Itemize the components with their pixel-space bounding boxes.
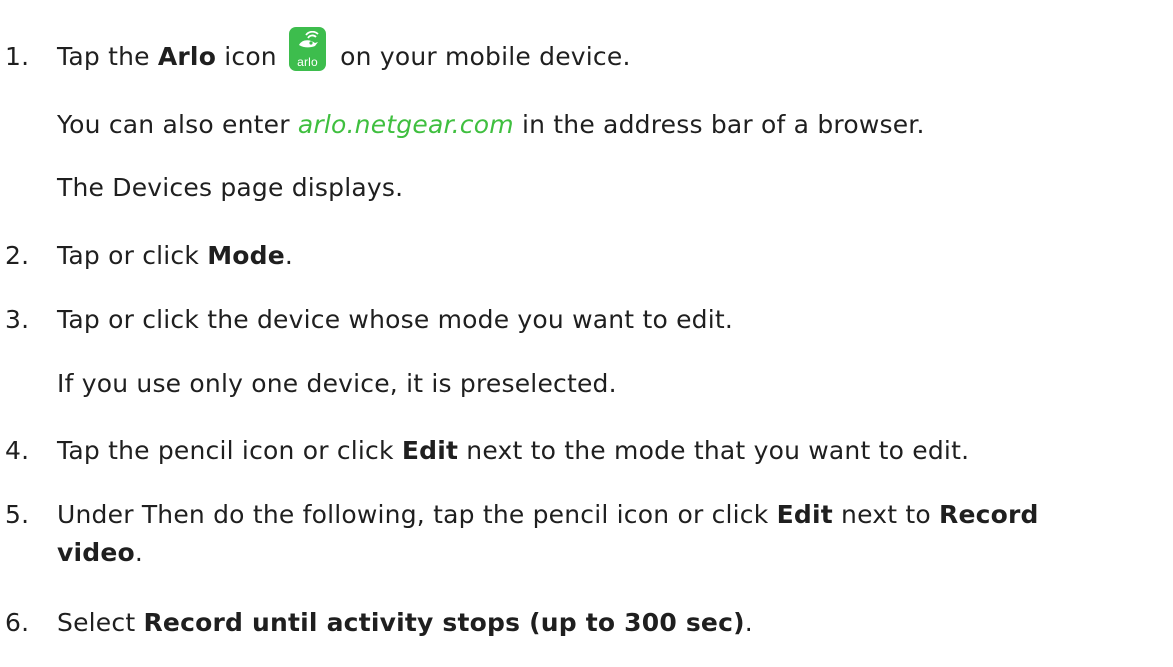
step-text-pre: Tap or click — [57, 241, 208, 270]
step-text-post: next to the mode that you want to edit. — [458, 436, 970, 465]
step-number: 5. — [5, 500, 30, 529]
step-1-note-devices: The Devices page displays. — [57, 173, 403, 202]
step-text-post: . — [284, 241, 294, 270]
step-number: 6. — [5, 608, 30, 637]
step-text-pre: Under Then do the following, tap the pen… — [57, 500, 777, 529]
arlo-app-name: Arlo — [157, 42, 217, 71]
step-4: 4. Tap the pencil icon or click Edit next… — [5, 436, 969, 465]
video-label: video — [57, 538, 135, 567]
arlo-url-link[interactable]: arlo.netgear.com — [298, 110, 514, 139]
step-text-post: . — [744, 608, 753, 637]
step-6: 6. Select Record until activity stops (up… — [5, 608, 753, 637]
note-text-post: in the address bar of a browser. — [513, 110, 925, 139]
step-1-note-url: You can also enter arlo.netgear.com in t… — [57, 110, 925, 139]
edit-label: Edit — [401, 436, 459, 465]
note-text: The Devices page displays. — [57, 173, 404, 202]
step-text-pre: Select — [57, 608, 144, 637]
step-number: 3. — [5, 305, 30, 334]
step-text-mid: icon — [216, 42, 277, 71]
note-text-pre: You can also enter — [57, 110, 298, 139]
arlo-app-icon: arlo — [289, 27, 327, 71]
arlo-icon-label: arlo — [297, 55, 318, 69]
note-text: If you use only one device, it is presel… — [57, 369, 617, 398]
step-5: 5. Under Then do the following, tap the p… — [5, 500, 1039, 529]
record-option-label: Record until activity stops (up to 300 s… — [143, 608, 745, 637]
step-1: 1. Tap the Arlo icon arlo on your mobile … — [5, 27, 631, 71]
mode-label: Mode — [207, 241, 285, 270]
record-label: Record — [939, 500, 1039, 529]
step-text-mid: next to — [832, 500, 939, 529]
arlo-bird-glyph — [299, 31, 319, 48]
step-text-pre: Tap the pencil icon or click — [57, 436, 402, 465]
step-2: 2. Tap or click Mode. — [5, 241, 293, 270]
edit-label: Edit — [776, 500, 833, 529]
step-number: 2. — [5, 241, 30, 270]
step-5-continued: video. — [57, 538, 143, 567]
step-text-pre: Tap the — [57, 42, 158, 71]
step-text-post: on your mobile device. — [332, 42, 631, 71]
step-3-note: If you use only one device, it is presel… — [57, 369, 617, 398]
step-number: 1. — [5, 42, 30, 71]
step-number: 4. — [5, 436, 30, 465]
step-text: Tap or click the device whose mode you w… — [57, 305, 734, 334]
step-3: 3. Tap or click the device whose mode you… — [5, 305, 733, 334]
step-text-post: . — [134, 538, 144, 567]
